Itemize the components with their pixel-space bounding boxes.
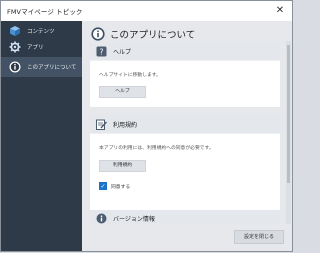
cube-icon (10, 26, 20, 36)
scrollbar[interactable] (286, 41, 291, 246)
help-button[interactable]: ヘルプ (99, 86, 146, 98)
sidebar-item-apps[interactable]: アプリ (1, 37, 82, 57)
terms-description: 本アプリの利用には、利用規約への同意が必要です。 (99, 146, 214, 151)
footer: 設定を閉じる (82, 224, 292, 251)
page-header: このアプリについて (91, 25, 195, 43)
terms-card-header: 利用規約 (90, 116, 280, 134)
close-window-button[interactable]: ✕ (274, 5, 286, 17)
gear-icon (9, 41, 21, 53)
checkmark-icon: ✓ (100, 182, 106, 190)
sidebar: コンテンツ アプリ このアプリについて (1, 21, 82, 251)
help-card-header: ? ヘルプ (90, 43, 280, 61)
scrollbar-thumb[interactable] (287, 45, 290, 183)
close-settings-button[interactable]: 設定を閉じる (234, 230, 284, 244)
page-title: このアプリについて (110, 30, 196, 41)
sidebar-item-about[interactable]: このアプリについて (1, 57, 82, 77)
terms-button[interactable]: 利用規約 (99, 160, 146, 172)
info-icon (91, 27, 105, 41)
help-description: ヘルプサイトに移動します。 (99, 73, 161, 78)
help-icon: ? (96, 46, 107, 57)
help-heading: ヘルプ (113, 49, 132, 56)
document-edit-icon (96, 119, 107, 130)
agree-checkbox[interactable]: ✓ (99, 182, 107, 190)
sidebar-item-label: このアプリについて (27, 65, 77, 71)
info-icon (9, 61, 21, 73)
sidebar-item-label: コンテンツ (27, 29, 55, 35)
title-bar: FMVマイページ トピック ✕ (1, 1, 292, 21)
terms-card: 利用規約 本アプリの利用には、利用規約への同意が必要です。 利用規約 ✓ 同意す… (90, 116, 280, 216)
app-window: FMVマイページ トピック ✕ コンテンツ アプリ このアプリについて このアプ… (0, 0, 293, 252)
svg-text:?: ? (99, 48, 103, 57)
main-content: このアプリについて ? ヘルプ ヘルプサイトに移動します。 ヘルプ 利用規約 本… (82, 21, 292, 251)
agree-label: 同意する (111, 185, 131, 190)
window-title: FMVマイページ トピック (7, 8, 83, 16)
info-icon (96, 213, 107, 224)
help-card: ? ヘルプ ヘルプサイトに移動します。 ヘルプ (90, 43, 280, 107)
sidebar-item-label: アプリ (27, 45, 44, 51)
version-heading: バージョン情報 (113, 216, 155, 223)
terms-heading: 利用規約 (113, 122, 138, 129)
